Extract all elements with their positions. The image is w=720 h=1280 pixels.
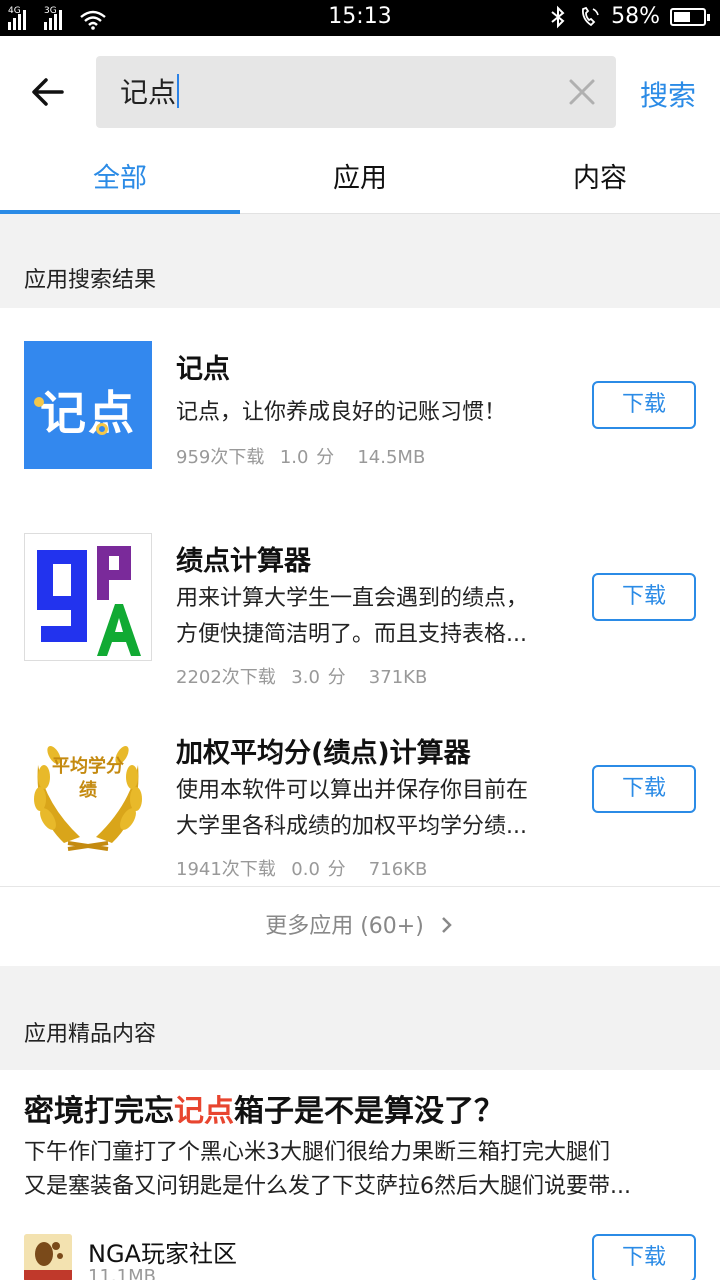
more-apps-link[interactable]: 更多应用 (60+) <box>0 886 720 966</box>
search-query-text: 记点 <box>120 74 180 111</box>
source-app-size: 11.1MB <box>88 1266 156 1280</box>
clear-icon[interactable] <box>566 76 598 108</box>
phone-icon <box>582 6 599 26</box>
tab-all[interactable]: 全部 <box>0 156 240 195</box>
download-button[interactable]: 下载 <box>592 381 696 429</box>
chevron-right-icon <box>441 917 452 933</box>
battery-percent: 58% <box>611 4 660 29</box>
app-meta: 2202次下载 3.0 分 371KB <box>176 667 428 688</box>
tab-bar: 全部 应用 内容 <box>0 140 720 214</box>
app-name: 绩点计算器 <box>176 546 311 577</box>
app-name: 记点 <box>176 354 230 385</box>
source-app-name: NGA玩家社区 <box>88 1240 237 1268</box>
nga-app-icon <box>24 1234 72 1280</box>
article-snippet[interactable]: 下午作门童打了个黑心米3大腿们很给力果断三箱打完大腿们 又是塞装备又问钥匙是什么… <box>24 1136 684 1204</box>
article-title[interactable]: 密境打完忘记点箱子是不是算没了？ <box>24 1086 504 1130</box>
tab-apps[interactable]: 应用 <box>240 156 480 195</box>
battery-icon <box>670 7 710 26</box>
section-header: 应用精品内容 <box>0 966 720 1070</box>
status-right: 58% <box>547 4 710 29</box>
tab-content[interactable]: 内容 <box>480 156 720 195</box>
section-header: 应用搜索结果 <box>0 214 720 308</box>
search-input[interactable]: 记点 <box>96 56 616 128</box>
app-icon-laurel: 平均学分绩 <box>24 725 152 853</box>
app-description: 记点，让你养成良好的记账习惯！ <box>176 400 507 425</box>
download-button[interactable]: 下载 <box>592 573 696 621</box>
section-title-apps: 应用搜索结果 <box>24 268 157 293</box>
section-title-content: 应用精品内容 <box>24 1022 157 1047</box>
bluetooth-icon <box>551 5 565 28</box>
download-button[interactable]: 下载 <box>592 1234 696 1280</box>
status-bar: 4G 3G 15:13 58% <box>0 0 720 36</box>
app-icon-jidian: 记点 <box>24 341 152 469</box>
back-arrow-icon[interactable] <box>28 72 68 112</box>
app-icon-gpa <box>24 533 152 661</box>
app-meta: 959次下载 1.0 分 14.5MB <box>176 447 426 468</box>
search-button[interactable]: 搜索 <box>640 74 696 114</box>
app-description: 用来计算大学生一直会遇到的绩点， 方便快捷简洁明了。而且支持表格... <box>176 586 529 647</box>
download-button[interactable]: 下载 <box>592 765 696 813</box>
app-description: 使用本软件可以算出并保存你目前在 大学里各科成绩的加权平均学分绩... <box>176 778 529 839</box>
app-name: 加权平均分(绩点)计算器 <box>176 738 471 769</box>
app-meta: 1941次下载 0.0 分 716KB <box>176 859 428 880</box>
highlight-keyword: 记点 <box>174 1094 234 1129</box>
